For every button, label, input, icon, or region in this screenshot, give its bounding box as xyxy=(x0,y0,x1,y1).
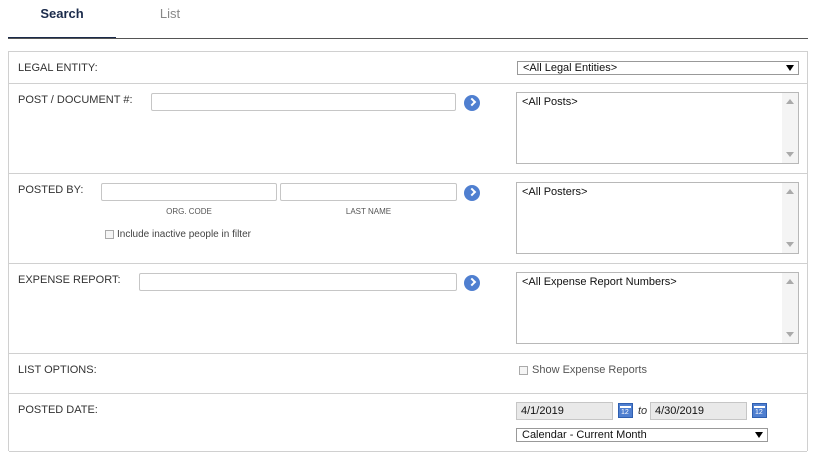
scroll-down-icon[interactable] xyxy=(786,242,794,247)
post-document-go-button[interactable] xyxy=(464,95,480,111)
posted-by-listbox[interactable]: <All Posters> xyxy=(516,182,799,254)
scrollbar[interactable] xyxy=(782,273,798,343)
scrollbar[interactable] xyxy=(782,93,798,163)
date-range-select[interactable]: Calendar - Current Month xyxy=(516,428,768,442)
org-code-input[interactable] xyxy=(101,183,277,201)
include-inactive-label: Include inactive people in filter xyxy=(117,229,251,240)
search-form-panel: LEGAL ENTITY: <All Legal Entities> POST … xyxy=(8,51,808,452)
posted-date-row: POSTED DATE: 4/1/2019 12 to 4/30/2019 12… xyxy=(9,394,807,452)
expense-report-listbox[interactable]: <All Expense Report Numbers> xyxy=(516,272,799,344)
tab-divider xyxy=(8,38,808,39)
scroll-up-icon[interactable] xyxy=(786,279,794,284)
list-item[interactable]: <All Posters> xyxy=(522,186,587,198)
posted-by-row: POSTED BY: ORG. CODE LAST NAME Include i… xyxy=(9,174,807,264)
scrollbar[interactable] xyxy=(782,183,798,253)
date-to-input[interactable]: 4/30/2019 xyxy=(650,402,747,420)
legal-entity-row: LEGAL ENTITY: <All Legal Entities> xyxy=(9,52,807,84)
post-document-listbox[interactable]: <All Posts> xyxy=(516,92,799,164)
list-item[interactable]: <All Expense Report Numbers> xyxy=(522,276,677,288)
post-document-row: POST / DOCUMENT #: <All Posts> xyxy=(9,84,807,174)
legal-entity-select[interactable]: <All Legal Entities> xyxy=(517,61,799,75)
scroll-down-icon[interactable] xyxy=(786,332,794,337)
post-document-input[interactable] xyxy=(151,93,456,111)
show-expense-reports-checkbox[interactable] xyxy=(519,366,528,375)
chevron-down-icon xyxy=(786,65,794,71)
expense-report-label: EXPENSE REPORT: xyxy=(18,274,121,286)
last-name-label: LAST NAME xyxy=(345,207,392,216)
date-range-selected-value: Calendar - Current Month xyxy=(522,429,647,441)
date-from-input[interactable]: 4/1/2019 xyxy=(516,402,613,420)
tab-list[interactable]: List xyxy=(116,0,224,38)
posted-by-go-button[interactable] xyxy=(464,185,480,201)
legal-entity-selected-value: <All Legal Entities> xyxy=(523,62,618,74)
list-item[interactable]: <All Posts> xyxy=(522,96,578,108)
posted-date-label: POSTED DATE: xyxy=(18,404,98,416)
list-options-label: LIST OPTIONS: xyxy=(18,364,97,376)
chevron-down-icon xyxy=(755,432,763,438)
scroll-up-icon[interactable] xyxy=(786,99,794,104)
legal-entity-label: LEGAL ENTITY: xyxy=(18,62,98,74)
expense-report-row: EXPENSE REPORT: <All Expense Report Numb… xyxy=(9,264,807,354)
tab-search[interactable]: Search xyxy=(8,0,116,38)
posted-by-label: POSTED BY: xyxy=(18,184,84,196)
show-expense-reports-label: Show Expense Reports xyxy=(532,364,647,376)
date-to-label: to xyxy=(638,405,648,417)
scroll-down-icon[interactable] xyxy=(786,152,794,157)
calendar-icon[interactable]: 12 xyxy=(618,403,633,418)
list-options-row: LIST OPTIONS: Show Expense Reports xyxy=(9,354,807,394)
last-name-input[interactable] xyxy=(280,183,457,201)
post-document-label: POST / DOCUMENT #: xyxy=(18,94,133,106)
calendar-icon[interactable]: 12 xyxy=(752,403,767,418)
expense-report-input[interactable] xyxy=(139,273,457,291)
scroll-up-icon[interactable] xyxy=(786,189,794,194)
include-inactive-checkbox[interactable] xyxy=(105,230,114,239)
tab-bar: Search List xyxy=(0,0,814,40)
expense-report-go-button[interactable] xyxy=(464,275,480,291)
org-code-label: ORG. CODE xyxy=(166,207,212,216)
